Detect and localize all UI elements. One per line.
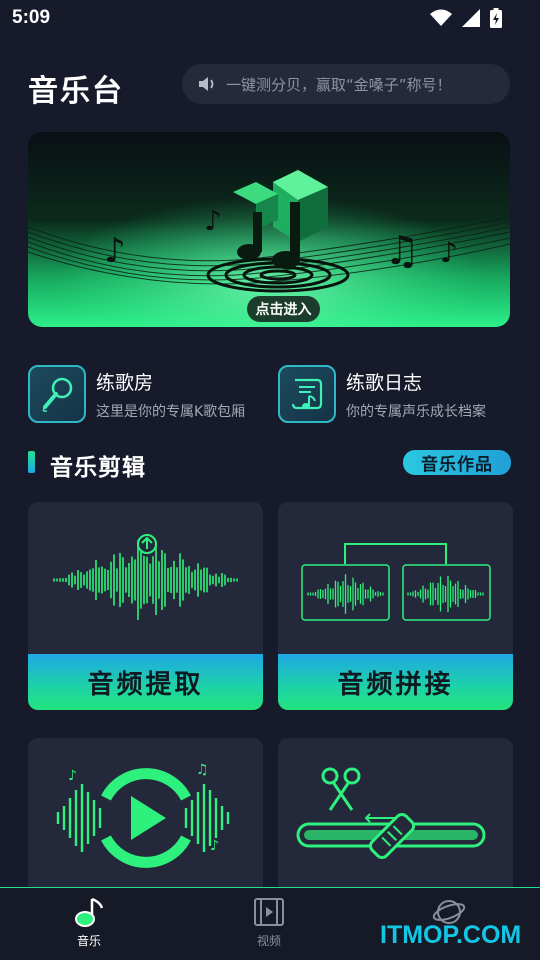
svg-text:♪: ♪ — [104, 231, 126, 271]
card-label: 音频拼接 — [278, 654, 513, 710]
music-scroll-icon — [278, 365, 336, 423]
feature-practice-room[interactable]: 练歌房 这里是你的专属K歌包厢 — [28, 364, 245, 424]
card-audio-extract[interactable]: 音频提取 — [28, 502, 263, 710]
feature-desc: 你的专属声乐成长档案 — [346, 403, 486, 420]
audio-extract-icon — [53, 534, 238, 620]
microphone-icon — [28, 365, 86, 423]
card-audio-cut[interactable] — [278, 738, 513, 898]
svg-text:♫: ♫ — [196, 762, 209, 778]
section-title: 音乐剪辑 — [50, 455, 146, 481]
signal-icon — [462, 9, 480, 27]
svg-text:♪: ♪ — [204, 204, 222, 237]
card-audio-join[interactable]: 音频拼接 — [278, 502, 513, 710]
decibel-promo-button[interactable]: 一键测分贝，赢取“金嗓子”称号！ — [182, 64, 510, 104]
battery-icon — [490, 8, 502, 28]
card-audio-convert[interactable]: ♪ ♫ ♪ — [28, 738, 263, 898]
svg-text:♪: ♪ — [440, 236, 458, 269]
watermark: ITMOP.COM — [380, 921, 522, 949]
wifi-icon — [430, 9, 452, 26]
nav-label: 音乐 — [76, 934, 101, 948]
nav-label: 视频 — [256, 934, 281, 948]
nav-tab-music[interactable]: 音乐 — [49, 896, 129, 949]
promo-text: 一键测分贝，赢取“金嗓子”称号！ — [226, 75, 452, 94]
svg-text:♪: ♪ — [68, 768, 77, 784]
svg-text:♫: ♫ — [384, 228, 420, 274]
feature-title: 练歌房 — [96, 371, 154, 394]
feature-title: 练歌日志 — [346, 371, 423, 394]
audio-cut-icon — [296, 767, 486, 860]
nav-tab-video[interactable]: 视频 — [229, 896, 309, 949]
audio-convert-icon: ♪ ♫ ♪ — [56, 762, 230, 868]
card-label: 音频提取 — [28, 654, 263, 710]
status-bar: 5:09 — [0, 0, 540, 38]
music-works-button[interactable]: 音乐作品 — [403, 450, 511, 475]
svg-text:♪: ♪ — [210, 838, 219, 854]
status-time: 5:09 — [12, 7, 51, 28]
status-icons — [430, 8, 502, 28]
music-note-icon — [75, 897, 104, 927]
feature-practice-log[interactable]: 练歌日志 你的专属声乐成长档案 — [278, 364, 486, 424]
speaker-icon — [199, 77, 214, 91]
page-title: 音乐台 — [28, 74, 124, 109]
banner-enter-button[interactable]: 点击进入 — [247, 296, 320, 322]
feature-desc: 这里是你的专属K歌包厢 — [96, 403, 246, 420]
audio-join-icon — [301, 543, 491, 621]
film-icon — [254, 898, 284, 926]
section-accent-bar — [28, 451, 35, 473]
